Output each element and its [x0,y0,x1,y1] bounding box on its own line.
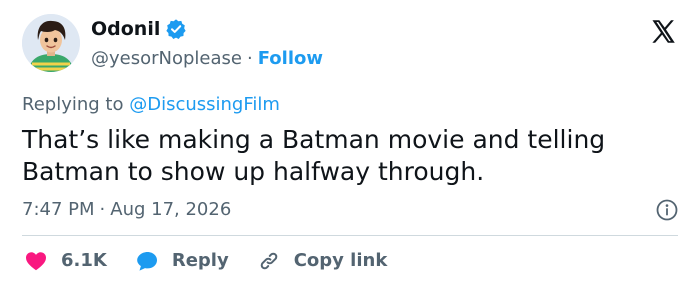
meta-separator: · [99,199,106,220]
author-name[interactable]: Odonil [91,17,160,41]
divider [22,235,678,236]
tweet-card: Odonil @yesorNoplease · Follow Replying … [0,0,700,287]
reply-button[interactable]: Reply [135,249,229,273]
tweet-date: Aug 17, 2026 [110,199,232,220]
reply-context: Replying to @DiscussingFilm [22,93,280,117]
reply-prefix: Replying to [22,94,124,115]
handle-separator: · [246,48,253,69]
handle-row: @yesorNoplease · Follow [91,47,323,71]
link-icon [260,252,277,270]
follow-button[interactable]: Follow [258,47,323,71]
tweet-time: 7:47 PM [22,199,95,220]
reply-bubble-icon [137,252,157,271]
tweet-text: That’s like making a Batman movie and te… [22,125,606,186]
heart-icon [26,252,46,271]
action-bar: 6.1K Reply Copy link [24,248,415,274]
avatar[interactable] [22,14,80,72]
author-row: Odonil [91,17,187,41]
reply-label: Reply [171,250,229,271]
tweet-timestamp[interactable]: 7:47 PM · Aug 17, 2026 [22,198,231,222]
author-handle[interactable]: @yesorNoplease [91,47,242,71]
copy-link-button[interactable]: Copy link [257,249,388,273]
cartoon-boy-avatar-image [22,14,80,72]
reply-mention-link[interactable]: @DiscussingFilm [129,94,280,115]
copy-link-label: Copy link [293,250,388,271]
info-icon[interactable] [655,198,679,222]
x-logo-icon[interactable] [650,18,677,45]
verified-badge-icon [166,19,186,39]
like-count: 6.1K [61,250,107,271]
like-button[interactable]: 6.1K [24,249,107,273]
